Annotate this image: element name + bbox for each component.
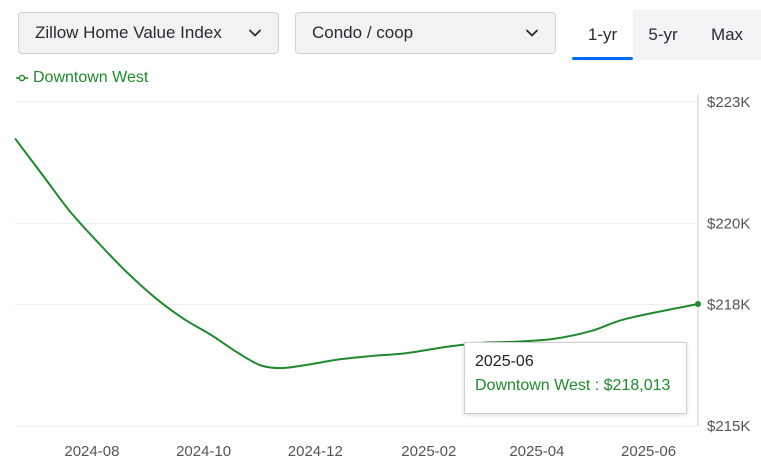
- chart-tooltip: 2025-06 Downtown West : $218,013: [464, 342, 687, 414]
- legend-label: Downtown West: [33, 69, 149, 86]
- tooltip-series-name: Downtown West: [475, 377, 591, 394]
- x-tick-label: 2025-06: [621, 443, 676, 460]
- tab-5-yr[interactable]: 5-yr: [633, 10, 693, 60]
- chart-legend[interactable]: Downtown West: [15, 69, 148, 87]
- x-tick-label: 2024-08: [64, 443, 119, 460]
- x-axis: 2024-08 2024-10 2024-12 2025-02 2025-04 2025-…: [64, 443, 676, 460]
- x-tick-label: 2024-10: [176, 443, 231, 460]
- index-select-value: Zillow Home Value Index: [35, 23, 222, 42]
- chevron-down-icon: [249, 29, 261, 37]
- series-line: [14, 137, 699, 370]
- tooltip-series-value: $218,013: [603, 377, 671, 394]
- tooltip-value: Downtown West : $218,013: [475, 377, 671, 394]
- y-tick-label: $223K: [707, 94, 750, 111]
- index-select[interactable]: Zillow Home Value Index: [18, 12, 279, 54]
- x-tick-label: 2024-12: [288, 443, 343, 460]
- legend-line-marker-icon: [16, 74, 28, 82]
- tab-1-yr[interactable]: 1-yr: [572, 10, 633, 60]
- y-tick-label: $215K: [707, 418, 750, 435]
- y-axis: $215K $218K $220K $223K: [707, 94, 750, 435]
- series-layer: [14, 137, 701, 370]
- property-type-select-value: Condo / coop: [312, 23, 414, 42]
- property-type-select[interactable]: Condo / coop: [295, 12, 556, 54]
- series-end-point: [695, 300, 701, 307]
- y-tick-label: $220K: [707, 216, 750, 233]
- x-tick-label: 2025-02: [401, 443, 456, 460]
- y-tick-label: $218K: [707, 297, 750, 314]
- time-range-tabs: 1-yr 5-yr Max: [572, 10, 761, 60]
- chevron-down-icon: [526, 29, 538, 37]
- tooltip-date: 2025-06: [475, 353, 534, 370]
- tab-max[interactable]: Max: [693, 10, 761, 60]
- x-tick-label: 2025-04: [509, 443, 564, 460]
